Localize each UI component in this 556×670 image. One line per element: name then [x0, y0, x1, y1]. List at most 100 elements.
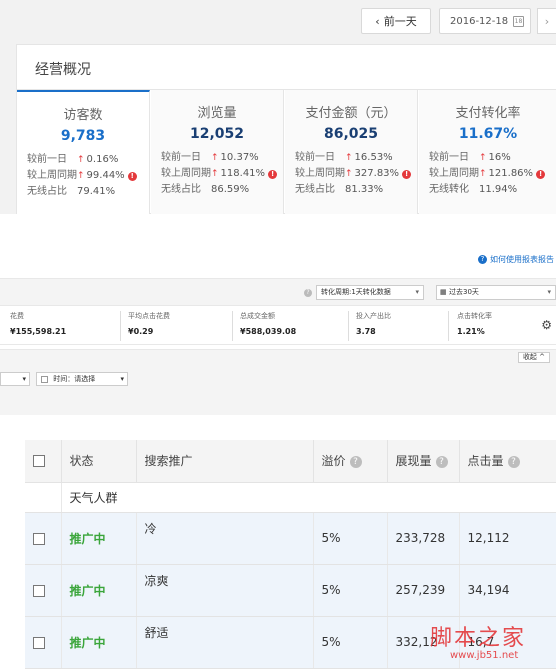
summary-avg-cpc: 平均点击花费 ¥0.29 [128, 311, 170, 336]
column-header-clicks[interactable]: 点击量? [459, 440, 556, 483]
metric-value: 9,783 [60, 128, 106, 144]
row-label: 较前一日 [295, 152, 335, 163]
help-link-label: 如何使用报表报告 [490, 255, 554, 264]
row-change: 16.53% [354, 152, 393, 163]
row-change: 10.37% [220, 152, 259, 163]
row-checkbox[interactable] [33, 636, 45, 649]
row-change: 118.41% [220, 168, 266, 179]
alert-icon[interactable]: ! [536, 169, 546, 179]
row-checkbox[interactable] [33, 532, 45, 545]
report-secondary-filter: 收起 ^ ▾ 时间：请选择 ▾ [0, 349, 556, 415]
status-cell: 推广中 [61, 512, 137, 565]
metric-name: 支付金额（元） [305, 106, 397, 121]
alert-icon[interactable]: ! [268, 169, 278, 179]
table-header: 状态 搜索推广 溢价? 展现量? 点击量? [25, 440, 556, 483]
row-label: 较前一日 [27, 154, 67, 165]
premium-cell[interactable]: 5% [313, 616, 388, 669]
help-icon[interactable]: ? [507, 455, 520, 468]
column-header-keyword: 搜索推广 [136, 440, 314, 483]
arrow-up-icon: ↑ [479, 153, 487, 163]
summary-label: 投入产出比 [356, 312, 391, 320]
metric-payment-amount[interactable]: 支付金额（元） 86,025 较前一日 ↑ 16.53% 较上周同期 ↑ 327.83%… [285, 90, 418, 214]
row-label: 较上周同期 [161, 168, 211, 179]
summary-roi: 投入产出比 3.78 [356, 311, 391, 336]
summary-value: 3.78 [356, 327, 376, 336]
row-change: 81.33% [345, 184, 384, 195]
summary-value: ¥588,039.08 [240, 327, 297, 336]
column-header-status: 状态 [61, 440, 137, 483]
date-picker[interactable]: 2016-12-18 18 [439, 8, 531, 34]
alert-icon[interactable]: ! [402, 169, 412, 179]
row-change: 0.16% [86, 154, 119, 165]
metric-visitors[interactable]: 访客数 9,783 较前一日 ↑ 0.16% 较上周同期 ↑ 99.44%! 无线占比 7… [17, 90, 150, 214]
metric-conversion-rate[interactable]: 支付转化率 11.67% 较前一日 ↑ 16% 较上周同期 ↑ 121.86%! 无线转… [419, 90, 556, 214]
checkbox[interactable] [41, 375, 48, 383]
collapse-button[interactable]: 收起 ^ [518, 352, 550, 363]
chevron-right-icon: › [544, 14, 550, 28]
watermark-brand: 脚本之家 [430, 626, 527, 651]
help-icon[interactable]: ? [349, 455, 362, 468]
report-filter-bar: ? 转化周期:1天转化数据 ▾ ▦ 过去30天 ▾ [0, 278, 556, 306]
premium-cell[interactable]: 5% [313, 564, 388, 617]
status-cell: 推广中 [61, 616, 137, 669]
overview-title: 经营概况 [35, 62, 91, 78]
arrow-up-icon: ↑ [77, 171, 85, 181]
help-link[interactable]: ? 如何使用报表报告 [478, 254, 554, 265]
keyword-cell: 凉爽 [136, 564, 314, 617]
metric-pageviews[interactable]: 浏览量 12,052 较前一日 ↑ 10.37% 较上周同期 ↑ 118.41%! 无线… [151, 90, 284, 214]
help-icon[interactable]: ? [304, 289, 312, 297]
divider [448, 311, 449, 341]
select-all-checkbox[interactable] [33, 455, 45, 468]
previous-day-button[interactable]: ‹ 前一天 [361, 8, 431, 34]
calendar-icon[interactable]: 18 [513, 16, 524, 27]
collapse-label: 收起 [522, 353, 537, 361]
date-value: 2016-12-18 [450, 15, 509, 27]
impressions-cell: 233,728 [387, 512, 460, 565]
row-label: 无线占比 [295, 184, 335, 195]
summary-label: 平均点击花费 [128, 312, 170, 320]
premium-cell[interactable]: 5% [313, 512, 388, 565]
conversion-period-select[interactable]: 转化周期:1天转化数据 ▾ [316, 285, 424, 300]
header-label: 展现量 [395, 454, 432, 469]
summary-value: ¥155,598.21 [10, 327, 67, 336]
next-day-button[interactable]: › [537, 8, 556, 34]
column-header-premium[interactable]: 溢价? [313, 440, 388, 483]
keyword-text: 冷 [144, 521, 157, 536]
divider [348, 311, 349, 341]
select-value: 转化周期:1天转化数据 [321, 288, 391, 296]
date-range-select[interactable]: ▦ 过去30天 ▾ [436, 285, 556, 300]
row-checkbox[interactable] [33, 584, 45, 597]
help-icon[interactable]: ? [435, 455, 448, 468]
table-row[interactable]: 推广中 凉爽 5% 257,239 34,194 [25, 564, 556, 617]
arrow-up-icon: ↑ [345, 169, 353, 179]
table-row[interactable]: 推广中 冷 5% 233,728 12,112 [25, 512, 556, 565]
column-header-impressions[interactable]: 展现量? [387, 440, 460, 483]
keyword-cell: 冷 [136, 512, 314, 565]
gear-icon[interactable]: ⚙ [541, 318, 552, 332]
row-change: 99.44% [86, 170, 125, 181]
summary-value: 1.21% [457, 327, 485, 336]
row-label: 较上周同期 [429, 168, 479, 179]
alert-icon[interactable]: ! [127, 171, 137, 181]
clicks-cell: 34,194 [459, 564, 556, 617]
metric-name: 浏览量 [197, 106, 237, 121]
row-label: 较上周同期 [27, 170, 77, 181]
row-label: 无线占比 [161, 184, 201, 195]
keyword-text: 舒适 [144, 625, 169, 640]
impressions-cell: 257,239 [387, 564, 460, 617]
chevron-left-icon: ‹ [375, 14, 380, 28]
row-change: 16% [488, 152, 511, 163]
divider [232, 311, 233, 341]
summary-cost: 花费 ¥155,598.21 [10, 311, 66, 336]
select-value: 过去30天 [449, 288, 479, 296]
filter-select[interactable]: ▾ [0, 372, 30, 386]
group-row: 天气人群 [25, 482, 556, 513]
divider [120, 311, 121, 341]
header-label: 溢价 [321, 454, 346, 469]
summary-label: 点击转化率 [457, 312, 492, 320]
arrow-up-icon: ↑ [211, 153, 219, 163]
metric-value: 11.67% [458, 126, 518, 142]
row-change: 11.94% [479, 184, 518, 195]
summary-click-conversion: 点击转化率 1.21% [457, 311, 492, 336]
time-filter-select[interactable]: 时间：请选择 ▾ [36, 372, 128, 386]
